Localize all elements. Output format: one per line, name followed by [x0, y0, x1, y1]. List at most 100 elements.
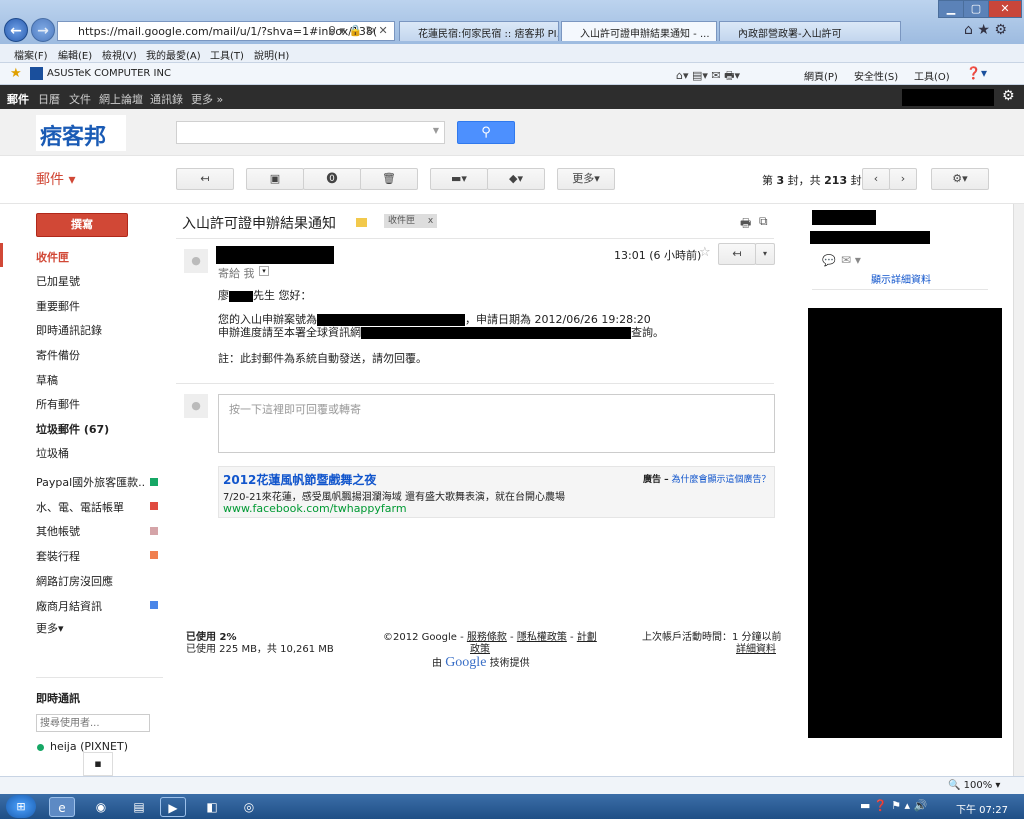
sidebar-item-drafts[interactable]: 草稿 [36, 372, 58, 388]
tab-pixnet[interactable]: 花蓮民宿:何家民宿 :: 痞客邦 PI... [399, 21, 559, 41]
cmd-page[interactable]: 網頁(P) [804, 68, 838, 83]
search-input[interactable]: ▼ [176, 121, 445, 144]
menu-help[interactable]: 說明(H) [254, 47, 289, 62]
star-icon[interactable]: ☆ [699, 245, 711, 260]
tab-gmail[interactable]: 入山許可證申辦結果通知 - ... [561, 21, 717, 41]
older-button[interactable]: › [889, 168, 917, 190]
sidebar-item-important[interactable]: 重要郵件 [36, 298, 80, 314]
sidebar-item-trash[interactable]: 垃圾桶 [36, 445, 69, 461]
media-taskbar-icon[interactable]: ▶ [160, 797, 186, 817]
forward-icon[interactable]: → [31, 18, 55, 42]
more-button[interactable]: 更多▾ [557, 168, 615, 190]
address-tools-icon[interactable]: ⚲ ▾ 🔒 ↻ ✕ [328, 24, 388, 37]
sidebar-item-sent[interactable]: 寄件備份 [36, 347, 80, 363]
divider [812, 289, 988, 290]
sidebar-item-starred[interactable]: 已加星號 [36, 273, 80, 289]
chat-contact[interactable]: heija (PIXNET) [50, 740, 160, 752]
chat-bubble-icon[interactable]: ▪ [83, 752, 113, 776]
ad-why-link[interactable]: 為什麼會顯示這個廣告？ [672, 475, 771, 485]
search-button[interactable]: ⚲ [457, 121, 515, 144]
menu-edit[interactable]: 編輯(E) [58, 47, 92, 62]
sidebar-item-chats[interactable]: 即時通訊記錄 [36, 322, 102, 338]
email-greeting: 廖 先生 您好： [218, 287, 312, 303]
menu-favorites[interactable]: 我的最愛(A) [146, 47, 201, 62]
cmd-tools[interactable]: 工具(O) [914, 68, 950, 83]
ad-url[interactable]: www.facebook.com/twhappyfarm [223, 502, 407, 515]
privacy-link[interactable]: 隱私權政策 [517, 632, 567, 643]
show-details-link[interactable]: 顯示詳細資料 [871, 271, 931, 286]
powered-by: 由 Google 技術提供 [432, 654, 530, 671]
cmd-safety[interactable]: 安全性(S) [854, 68, 898, 83]
maximize-button[interactable]: ▢ [963, 0, 989, 18]
sidebar-item-packages[interactable]: 套裝行程 [36, 548, 80, 564]
settings-button[interactable]: ⚙▾ [931, 168, 989, 190]
tab-cpami[interactable]: 內政部營政署-入山許可 [719, 21, 901, 41]
chevron-right-icon: › [900, 172, 906, 185]
menu-view[interactable]: 檢視(V) [102, 47, 137, 62]
zoom-control[interactable]: 🔍 100% ▾ [948, 780, 1000, 791]
sidebar-more[interactable]: 更多▾ [36, 620, 64, 636]
program-policy-link[interactable]: 計劃 [577, 632, 597, 643]
inbox-label-chip[interactable]: 收件匣 x [384, 214, 438, 228]
gbar-more[interactable]: 更多 » [191, 91, 223, 107]
ie-taskbar-icon[interactable]: e [49, 797, 75, 817]
sidebar-item-no-reply[interactable]: 網路訂房沒回應 [36, 573, 113, 589]
gbar-mail[interactable]: 郵件 [7, 91, 29, 107]
google-bar: 郵件 日曆 文件 網上論壇 通訊錄 更多 » ⚙ [0, 85, 1024, 109]
labels-button[interactable]: ◆▾ [487, 168, 545, 190]
gbar-docs[interactable]: 文件 [69, 91, 91, 107]
details-dropdown-icon[interactable]: ▾ [259, 266, 269, 276]
sidebar-item-bills[interactable]: 水、電、電話帳單 [36, 499, 124, 515]
reply-button[interactable]: ↤ [718, 243, 756, 265]
favorite-link[interactable]: ASUSTeK COMPUTER INC [47, 68, 171, 79]
sidebar-item-inbox[interactable]: 收件匣 [36, 249, 69, 265]
move-to-button[interactable]: ▬▾ [430, 168, 488, 190]
back-to-inbox-button[interactable]: ↤ [176, 168, 234, 190]
new-window-icon[interactable]: ⧉ [759, 214, 768, 229]
chrome-taskbar-icon[interactable]: ◎ [236, 797, 262, 817]
close-icon[interactable]: x [428, 216, 433, 226]
delete-button[interactable]: 🗑 [360, 168, 418, 190]
office-taskbar-icon[interactable]: ◧ [199, 797, 225, 817]
chat-search-input[interactable] [36, 714, 150, 732]
sidebar-item-spam[interactable]: 垃圾郵件 (67) [36, 421, 109, 437]
logo[interactable]: 痞客邦 [36, 115, 126, 151]
gbar-groups[interactable]: 網上論壇 [99, 91, 143, 107]
tray-icons[interactable]: ▬ ❓ ⚑ ▴ 🔊 [860, 799, 927, 812]
gbar-calendar[interactable]: 日曆 [38, 91, 60, 107]
explorer-taskbar-icon[interactable]: ▤ [126, 797, 152, 817]
favorites-star-icon[interactable]: ★ [10, 66, 22, 81]
compose-button[interactable]: 撰寫 [36, 213, 128, 237]
sidebar-item-paypal[interactable]: Paypal國外旅客匯款... [36, 474, 146, 490]
sidebar-item-other-accounts[interactable]: 其他帳號 [36, 523, 80, 539]
print-icon[interactable]: 🖶 [740, 214, 751, 235]
chat-icon[interactable]: 💬 [822, 254, 836, 267]
gear-icon[interactable]: ⚙ [1002, 88, 1015, 104]
mail-icon[interactable]: ✉ ▾ [841, 253, 861, 267]
label-color-blue [150, 601, 158, 609]
user-avatar: ● [184, 394, 208, 418]
help-icon[interactable]: ❓▾ [966, 66, 987, 80]
importance-marker-icon[interactable] [356, 218, 367, 227]
activity-details-link[interactable]: 詳細資料 [736, 644, 776, 655]
minimize-button[interactable]: ▁ [938, 0, 964, 18]
close-window-button[interactable]: ✕ [988, 0, 1022, 18]
report-spam-button[interactable]: ⓿ [303, 168, 361, 190]
ad-title[interactable]: 2012花蓮風帆節暨戲舞之夜 [223, 471, 376, 488]
archive-button[interactable]: ▣ [246, 168, 304, 190]
home-star-gear-icons[interactable]: ⌂ ★ ⚙ [964, 22, 1007, 38]
start-button[interactable]: ⊞ [6, 795, 36, 818]
page-scrollbar[interactable] [1013, 204, 1024, 776]
menu-file[interactable]: 檔案(F) [14, 47, 48, 62]
more-actions-button[interactable]: ▾ [755, 243, 775, 265]
newer-button[interactable]: ‹ [862, 168, 890, 190]
menu-tools[interactable]: 工具(T) [210, 47, 244, 62]
mail-menu[interactable]: 郵件 ▾ [36, 169, 75, 189]
sidebar-item-all-mail[interactable]: 所有郵件 [36, 396, 80, 412]
app-taskbar-icon[interactable]: ◉ [88, 797, 114, 817]
back-icon[interactable]: ← [4, 18, 28, 42]
sidebar-item-vendors[interactable]: 廠商月結資訊 [36, 598, 102, 614]
command-icons[interactable]: ⌂▾ ▤▾ ✉ 🖶▾ [676, 67, 740, 86]
gbar-contacts[interactable]: 通訊錄 [150, 91, 183, 107]
reply-box[interactable]: 按一下這裡即可回覆或轉寄 [218, 394, 775, 453]
